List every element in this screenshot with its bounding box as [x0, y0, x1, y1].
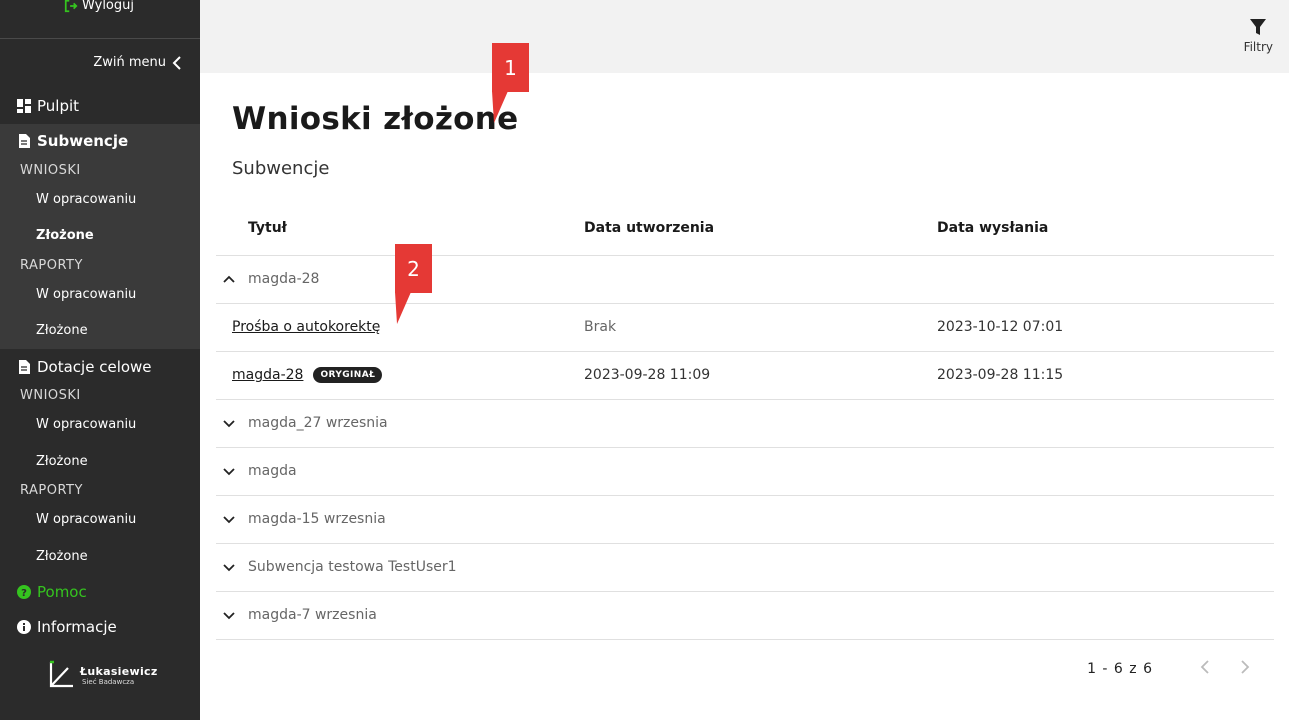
annotation-pointer [492, 91, 508, 123]
group-row-collapsed[interactable]: magda-7 wrzesnia [216, 592, 1274, 640]
row-sent-date: 2023-09-28 11:15 [937, 367, 1064, 383]
sidebar-item-label: Pulpit [37, 97, 80, 115]
table-row: Prośba o autokorektę Brak 2023-10-12 07:… [216, 304, 1274, 352]
sidebar-item-label: W opracowaniu [36, 191, 137, 207]
chevron-right-icon[interactable] [1238, 659, 1252, 675]
sidebar-item-w-opracowaniu[interactable]: W opracowaniu [0, 407, 200, 441]
sidebar-section-label: RAPORTY [20, 482, 83, 498]
sidebar-section-label: WNIOSKI [20, 387, 81, 403]
original-badge: ORYGINAŁ [313, 367, 383, 383]
logo-subtitle: Sieć Badawcza [82, 677, 135, 686]
row-sent-date: 2023-10-12 07:01 [937, 319, 1064, 335]
sidebar-item-label: Dotacje celowe [37, 358, 152, 376]
sidebar-item-w-opracowaniu[interactable]: W opracowaniu [0, 277, 200, 311]
chevron-down-icon[interactable] [222, 608, 236, 622]
sidebar-divider [0, 38, 200, 39]
chevron-up-icon[interactable] [222, 272, 236, 286]
sidebar-item-zlozone[interactable]: Złożone [0, 313, 200, 347]
sidebar-section-wnioski: WNIOSKI [0, 156, 200, 184]
annotation-callout-1: 1 [492, 43, 529, 92]
group-row-collapsed[interactable]: magda [216, 448, 1274, 496]
sidebar-section-raporty: RAPORTY [0, 476, 200, 504]
filters-button[interactable]: Filtry [1244, 18, 1273, 54]
sidebar-item-subwencje[interactable]: Subwencje [0, 124, 200, 158]
document-icon [19, 360, 30, 374]
sidebar-item-label: Złożone [36, 322, 88, 338]
chevron-down-icon[interactable] [222, 560, 236, 574]
logout-label: Wyloguj [82, 0, 134, 13]
table-row: magda-28 ORYGINAŁ 2023-09-28 11:09 2023-0… [216, 352, 1274, 400]
sidebar-item-zlozone[interactable]: Złożone [0, 444, 200, 478]
group-title: magda-7 wrzesnia [248, 607, 377, 623]
filters-label: Filtry [1243, 40, 1273, 54]
sidebar-item-label: W opracowaniu [36, 286, 137, 302]
sidebar-item-label: Złożone [36, 227, 94, 243]
logout-button[interactable]: Wyloguj [64, 0, 134, 13]
chevron-down-icon[interactable] [222, 512, 236, 526]
chevron-down-icon[interactable] [222, 464, 236, 478]
top-bar: Filtry [200, 0, 1289, 73]
sidebar-section-label: WNIOSKI [20, 162, 81, 178]
chevron-down-icon[interactable] [222, 416, 236, 430]
sidebar: Wyloguj Zwiń menu Pulpit Subwencje WNIOS… [0, 0, 200, 720]
group-row-collapsed[interactable]: magda_27 wrzesnia [216, 400, 1274, 448]
group-title: magda-15 wrzesnia [248, 511, 386, 527]
column-header-created[interactable]: Data utworzenia [584, 220, 714, 236]
sidebar-item-w-opracowaniu[interactable]: W opracowaniu [0, 502, 200, 536]
row-title-link[interactable]: Prośba o autokorektę [232, 319, 380, 335]
sidebar-item-dotacje-celowe[interactable]: Dotacje celowe [0, 350, 200, 384]
sidebar-item-label: W opracowaniu [36, 416, 137, 432]
group-row-collapsed[interactable]: magda-15 wrzesnia [216, 496, 1274, 544]
column-header-title[interactable]: Tytuł [248, 220, 287, 236]
sidebar-item-label: W opracowaniu [36, 511, 137, 527]
sidebar-item-label: Pomoc [37, 583, 87, 601]
group-title: magda [248, 463, 297, 479]
column-header-sent[interactable]: Data wysłania [937, 220, 1048, 236]
filter-icon [1250, 19, 1267, 35]
annotation-callout-2: 2 [395, 244, 432, 293]
sidebar-item-w-opracowaniu[interactable]: W opracowaniu [0, 182, 200, 216]
sidebar-item-label: Złożone [36, 548, 88, 564]
row-created-date: Brak [584, 319, 617, 335]
collapse-menu-button[interactable]: Zwiń menu [93, 55, 182, 70]
sidebar-item-label: Złożone [36, 453, 88, 469]
sidebar-item-label: Informacje [37, 618, 117, 636]
row-title-cell: magda-28 ORYGINAŁ [232, 367, 383, 383]
row-created-date: 2023-09-28 11:09 [584, 367, 711, 383]
sidebar-section-raporty: RAPORTY [0, 251, 200, 279]
annotation-pointer [395, 292, 411, 324]
document-icon [19, 134, 30, 148]
main-content: Wnioski złożone Subwencje Tytuł Data utw… [200, 73, 1289, 720]
svg-text:?: ? [21, 588, 27, 599]
group-row-collapsed[interactable]: Subwencja testowa TestUser1 [216, 544, 1274, 592]
sidebar-item-pomoc[interactable]: ? Pomoc [0, 575, 200, 609]
sidebar-item-zlozone[interactable]: Złożone [0, 218, 200, 252]
logo-name: Łukasiewicz [80, 664, 158, 678]
dashboard-icon [17, 99, 31, 113]
table-header: Tytuł Data utworzenia Data wysłania [216, 207, 1274, 256]
chevron-left-icon [172, 55, 181, 70]
sidebar-section-label: RAPORTY [20, 257, 83, 273]
collapse-menu-label: Zwiń menu [93, 55, 166, 70]
logo-mark-icon [49, 660, 73, 688]
sidebar-item-label: Subwencje [37, 132, 129, 150]
group-title: Subwencja testowa TestUser1 [248, 559, 457, 575]
sidebar-item-zlozone[interactable]: Złożone [0, 539, 200, 573]
sidebar-section-wnioski: WNIOSKI [0, 381, 200, 409]
group-title: magda-28 [248, 271, 320, 287]
logout-icon [64, 0, 78, 12]
sidebar-item-informacje[interactable]: Informacje [0, 610, 200, 644]
group-row-expanded[interactable]: magda-28 [216, 256, 1274, 304]
page-title: Wnioski złożone [232, 101, 519, 137]
info-icon [17, 620, 31, 634]
group-title: magda_27 wrzesnia [248, 415, 388, 431]
applications-table: Tytuł Data utworzenia Data wysłania magd… [216, 207, 1274, 640]
help-icon: ? [17, 585, 31, 599]
lukasiewicz-logo: Łukasiewicz Sieć Badawcza [48, 660, 158, 690]
row-title-link[interactable]: magda-28 [232, 367, 303, 383]
pagination-label: 1 - 6 z 6 [1087, 661, 1153, 677]
page-subtitle: Subwencje [232, 158, 330, 179]
sidebar-item-pulpit[interactable]: Pulpit [0, 89, 200, 123]
chevron-left-icon[interactable] [1198, 659, 1212, 675]
